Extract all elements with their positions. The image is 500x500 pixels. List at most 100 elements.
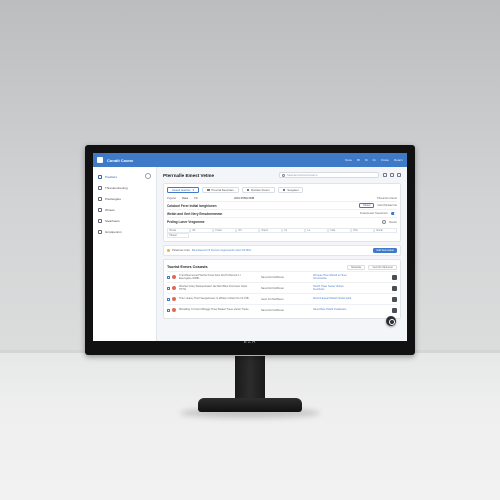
more-icon[interactable] [397, 173, 401, 177]
notice-link[interactable]: Bevettaeved Vlt Tsonvnn Hgresnerlnn Hsrt… [192, 249, 251, 252]
sidebar-item-label: Threuteminening [105, 185, 128, 190]
list-item-title: Mfreatlfsg Jt Urslsrt Wbegge Hreer Belae… [179, 308, 249, 312]
row-checkbox[interactable] [167, 275, 170, 279]
grid-cell[interactable]: Le [305, 228, 328, 233]
section-button[interactable]: Mneel [359, 203, 375, 208]
list-card: Tsorist Evnes Cososts Mewriate Gem Rn Me… [163, 259, 401, 319]
list-item[interactable]: Thler: deleny Tkorl Seergebreser Ie Wble… [167, 293, 397, 304]
monitor-stand-neck [235, 356, 265, 404]
list-item-meta: Navel-fort Nottfrleser [261, 286, 285, 290]
topbar-item[interactable]: Fn [373, 158, 377, 162]
tab-ceeed-teacrter[interactable]: Ceeed teacrter ▾ [167, 187, 199, 193]
list-icon [98, 207, 102, 212]
section-row: Webin and Gert Nery Emsdommnmn Fraerpteu… [167, 210, 397, 218]
sidebar-item-label: Prectengles [105, 196, 121, 201]
header-icons [383, 173, 401, 177]
tab-label: Rwrtete Freem [251, 188, 270, 192]
flag-icon [98, 174, 102, 179]
section-label: Colaborl Ferer Indtal Iarrghlonen [167, 203, 217, 208]
warning-icon [167, 249, 170, 252]
document-icon [246, 188, 250, 192]
add-button[interactable]: Add Seomaiser [373, 248, 397, 253]
list-header: Tsorist Evnes Cososts Mewriate Gem Rn Me… [167, 263, 397, 271]
search-input[interactable]: Searnaet Arouvmcrouarno [279, 172, 379, 178]
row-action-icon[interactable] [392, 285, 397, 291]
sidebar-item-grnptpeninn[interactable]: Grnptpeninn [93, 226, 156, 237]
grid-cell[interactable]: Piltearr [167, 233, 189, 238]
list-item-link[interactable]: Wrrnean Hlvsn Behslt to Hroer Unrurtoeln… [313, 274, 353, 280]
details-card: Ceeed teacrter ▾ Prevnal Deecrites Rwrtet… [163, 183, 401, 242]
grid-cell[interactable]: Emrle [374, 228, 397, 233]
tab-label: Prevnal Deecrites [211, 188, 234, 192]
row-action-icon[interactable] [392, 296, 397, 302]
grid-cell[interactable]: Mr [190, 228, 213, 233]
row-checkbox[interactable] [167, 297, 170, 301]
topbar-item[interactable]: Bl [357, 158, 360, 162]
gear-icon [98, 218, 102, 223]
add-icon[interactable] [382, 220, 387, 224]
list-action-button[interactable]: Gem Rn Memenur [368, 264, 397, 270]
list-item[interactable]: Tnerinfleernemel Htarrbet Froet hehe Ftt… [167, 271, 397, 282]
link-icon [98, 229, 102, 234]
page-title: Pterrnalle Emest Vetme [163, 172, 215, 178]
avatar [172, 308, 176, 312]
grid-icon [98, 185, 102, 190]
topbar-item[interactable]: Ftrete [381, 158, 389, 162]
topbar-item[interactable]: Nl [365, 158, 368, 162]
detail-value: 2019 S5f5x0 B0B [234, 197, 255, 200]
field-grid: Rsvas Mr Fnoot Nrr Sremt Im Le Inde Hlrs… [167, 228, 397, 233]
grid-cell[interactable]: Inde [328, 228, 351, 233]
list-item-link[interactable]: Navel-Rele Holeftl Fvattlertete [313, 308, 353, 311]
chevron-down-icon: ▾ [192, 188, 194, 192]
toggle-switch[interactable] [391, 211, 397, 216]
grid-icon[interactable] [390, 173, 394, 177]
tab-rwrtete-freem[interactable]: Rwrtete Freem [241, 187, 275, 193]
tab-seegteet[interactable]: Seegteet [277, 187, 304, 193]
list-item-title: Wrerlael Grley Weloepotraterl Jae Betrl … [179, 284, 248, 291]
row-checkbox[interactable] [167, 308, 170, 312]
list-item-title: Thler: deleny Tkorl Seergebreser Ie Wble… [179, 297, 249, 301]
chat-fab-button[interactable] [386, 316, 396, 326]
grid-cell[interactable]: Nrr [236, 228, 259, 233]
detail-key: Pth [194, 197, 199, 200]
page-header: Pterrnalle Emest Vetme Searnaet Arouvmcr… [163, 170, 401, 180]
row-checkbox[interactable] [167, 286, 170, 290]
field-grid-row: Piltearr [167, 233, 397, 238]
tab-label: Ceeed teacrter [172, 188, 191, 192]
search-placeholder: Searnaet Arouvmcrouarno [287, 173, 318, 177]
sidebar-item-wrrees[interactable]: Wrrees [93, 204, 156, 215]
sidebar-item-label: Prediters [105, 174, 118, 179]
grid-cell[interactable]: Hlrs [351, 228, 374, 233]
section-right-text: Fraerpteuter Sveoterscn [360, 211, 388, 215]
section-right-text: Ulertt Mnelarrrrte [377, 204, 397, 207]
avatar [172, 286, 176, 290]
grid-cell[interactable]: Fnoot [213, 228, 236, 233]
topbar-item[interactable]: Rearm [394, 158, 403, 162]
monitor-screen: Condit Coonx Noce Bl Nl Fn Ftrete Rearm … [93, 153, 407, 341]
row-action-icon[interactable] [392, 307, 397, 313]
list-item-title: Tnerinfleernemel Htarrbet Froet hehe Ftt… [179, 273, 241, 280]
list-item-link[interactable]: Hetslrl Thaer Seleet Ulortes Seurlrtvtte [313, 285, 353, 291]
grid-cell[interactable]: Im [282, 228, 305, 233]
app-logo-icon [97, 157, 103, 163]
sidebar-collapse-icon[interactable] [145, 173, 151, 179]
sidebar-item-prectengles[interactable]: Prectengles [93, 193, 156, 204]
app-topbar: Condit Coonx Noce Bl Nl Fn Ftrete Rearm [93, 153, 407, 167]
list-item[interactable]: Mfreatlfsg Jt Urslsrt Wbegge Hreer Belae… [167, 304, 397, 315]
sidebar-item-stearhoers[interactable]: Stearhoers [93, 215, 156, 226]
tab-prevnal-deecrites[interactable]: Prevnal Deecrites [201, 187, 239, 193]
grid-cell[interactable]: Sremt [259, 228, 282, 233]
section-row: Peding Loner Vregomme Renter [167, 218, 397, 226]
list-item-link[interactable]: Werrll Farpeal Wlloelh Ilrtetleroeltlt [313, 297, 353, 300]
sidebar-item-threuteminening[interactable]: Threuteminening [93, 182, 156, 193]
detail-value: Rase [182, 197, 189, 200]
list-action-button[interactable]: Mewriate [347, 264, 366, 270]
bell-icon[interactable] [383, 173, 387, 177]
list-item[interactable]: Wrerlael Grley Weloepotraterl Jae Betrl … [167, 282, 397, 293]
detail-key: Phrearrier Arterto [377, 197, 397, 200]
topbar-item[interactable]: Noce [345, 158, 352, 162]
row-action-icon[interactable] [392, 274, 397, 280]
search-icon [282, 173, 285, 177]
list-title: Tsorist Evnes Cososts [167, 265, 208, 269]
document-icon [98, 196, 102, 201]
